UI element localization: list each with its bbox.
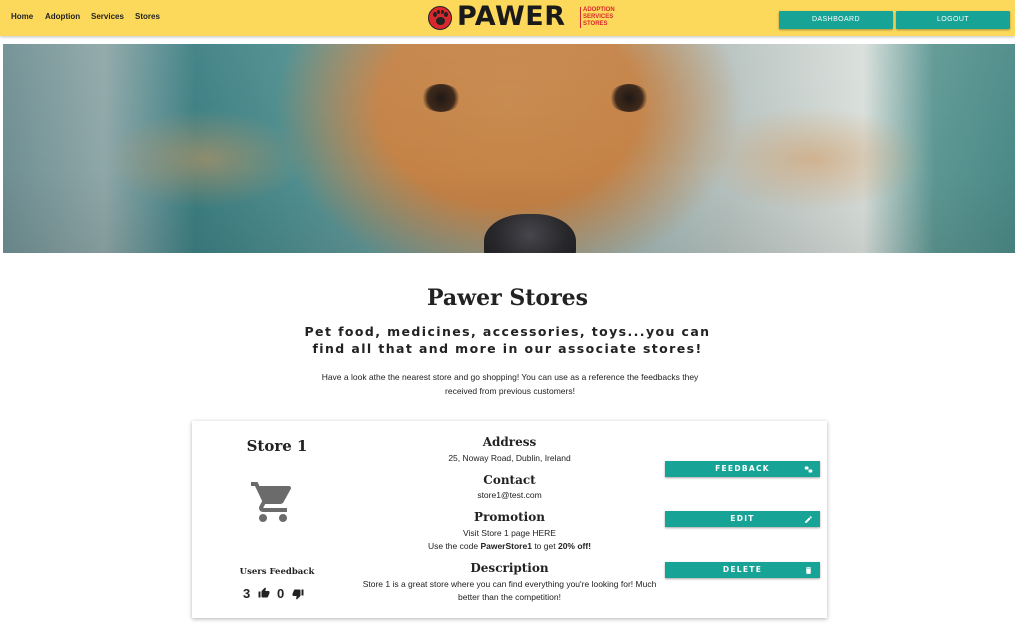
edit-button[interactable]: EDIT — [665, 511, 820, 527]
navbar: Home Adoption Services Stores PAWER ADOP… — [0, 0, 1015, 36]
page-title: Pawer Stores — [426, 285, 589, 311]
trash-icon — [805, 567, 812, 574]
store-name: Store 1 — [246, 437, 308, 455]
promotion-code-line: Use the code PawerStore1 to get 20% off! — [352, 540, 667, 553]
dashboard-button[interactable]: DASHBOARD — [779, 11, 893, 29]
nav-link-home[interactable]: Home — [11, 12, 33, 21]
store-email[interactable]: store1@test.com — [352, 489, 667, 502]
thumbs-up-icon — [258, 587, 270, 598]
promotion-discount: 20% off! — [557, 541, 592, 551]
nav-link-services[interactable]: Services — [91, 12, 124, 21]
logo-tagline: ADOPTION SERVICES STORES — [580, 7, 628, 28]
store-address: 25, Noway Road, Dublin, Ireland — [448, 453, 571, 463]
contact-heading: Contact — [483, 473, 536, 487]
promotion-code: PawerStore1 — [480, 541, 532, 551]
nav-link-stores[interactable]: Stores — [135, 12, 160, 21]
page-intro: Have a look athe the nearest store and g… — [321, 372, 699, 396]
dislikes-count: 0 — [277, 586, 285, 601]
feedback-icon — [804, 466, 813, 473]
promotion-middle: to get — [534, 541, 556, 551]
shopping-cart-icon — [251, 482, 292, 522]
feedback-button-label: FEEDBACK — [715, 464, 770, 473]
logo-wordmark: PAWER — [457, 1, 566, 32]
delete-button[interactable]: DELETE — [665, 562, 820, 578]
promotion-prefix: Use the code — [427, 541, 479, 551]
store-card: Store 1 Users Feedback 3 0 Address 25, N… — [192, 421, 827, 618]
likes-count: 3 — [243, 586, 251, 601]
logo-tagline-stores: STORES — [583, 21, 608, 27]
page-subtitle: Pet food, medicines, accessories, toys..… — [304, 324, 711, 356]
logo-tagline-adoption: ADOPTION — [583, 7, 615, 13]
thumbs-down-icon — [292, 589, 304, 600]
store-description: Store 1 is a great store where you can f… — [362, 579, 657, 602]
edit-button-label: EDIT — [730, 514, 755, 523]
paw-logo-icon — [428, 6, 452, 30]
feedback-counts: 3 0 — [242, 586, 322, 602]
feedback-button[interactable]: FEEDBACK — [665, 461, 820, 477]
hero-dog-image — [3, 44, 1015, 253]
address-heading: Address — [482, 435, 537, 449]
nav-link-adoption[interactable]: Adoption — [45, 12, 80, 21]
description-heading: Description — [470, 561, 549, 575]
promotion-link[interactable]: Visit Store 1 page HERE — [352, 527, 667, 540]
logout-button[interactable]: LOGOUT — [896, 11, 1010, 29]
users-feedback-label: Users Feedback — [239, 567, 315, 577]
delete-button-label: DELETE — [722, 565, 763, 574]
pencil-icon — [805, 516, 812, 523]
promotion-heading: Promotion — [474, 510, 545, 524]
logo-tagline-services: SERVICES — [583, 14, 614, 20]
